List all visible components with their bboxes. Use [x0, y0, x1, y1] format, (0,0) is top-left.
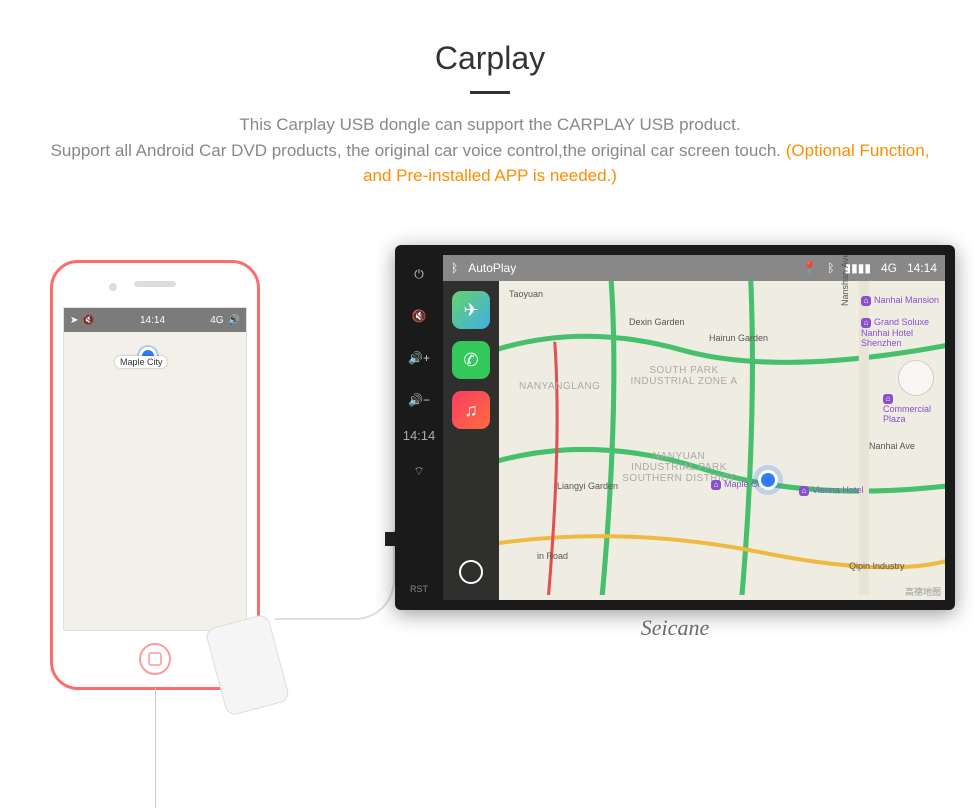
current-location-dot: [761, 473, 775, 487]
lbl-nanhai-ave: Nanhai Ave: [869, 441, 915, 451]
lbl-dexin: Dexin Garden: [629, 317, 685, 327]
lbl-hairun: Hairun Garden: [709, 333, 768, 343]
map-label-maplecity: Maple City: [115, 356, 168, 368]
carplay-dock: ✈︎ ✆ ♫: [443, 281, 499, 600]
poi-commercial[interactable]: Commercial Plaza: [883, 393, 943, 424]
zone-southpark-a: SOUTH PARK INDUSTRIAL ZONE A: [629, 365, 739, 387]
poi-grand-soluxe[interactable]: Grand Soluxe Nanhai Hotel Shenzhen: [861, 317, 941, 348]
phone-clock: 14:14: [140, 315, 165, 326]
phone-signal-label: 4G: [210, 315, 223, 326]
speaker-mute-icon: 🔇: [82, 315, 94, 326]
carplay-dongle: [204, 613, 290, 717]
map-attribution: 高德地图: [905, 585, 941, 598]
statusbar-time: 14:14: [907, 261, 937, 275]
bluetooth-icon: ᛒ: [451, 261, 458, 275]
volume-up-icon[interactable]: 🔊+: [406, 345, 432, 371]
desc-line2: Support all Android Car DVD products, th…: [51, 141, 781, 160]
page-title: Carplay: [0, 40, 980, 77]
poi-vienna[interactable]: Vienna Hotel: [799, 485, 863, 496]
usb-cable: [275, 530, 395, 620]
unit-hardware-buttons: ⏻ 🔇 🔊+ 🔊− 14:14 ⌔ RST: [395, 245, 443, 610]
title-divider: [470, 91, 510, 94]
zone-nanyanglang: NANYANGLANG: [519, 381, 600, 392]
reset-button[interactable]: RST: [410, 584, 428, 594]
lbl-in-road: in Road: [537, 551, 568, 561]
phone-screen[interactable]: ➤ 🔇 14:14 4G 🔊 Maple City: [63, 307, 247, 631]
speaker-icon: 🔊: [228, 315, 240, 326]
poi-maple-city[interactable]: Maple City: [711, 479, 767, 490]
location-icon: 📍: [802, 261, 817, 275]
lbl-taoyuan: Taoyuan: [509, 289, 543, 299]
description: This Carplay USB dongle can support the …: [0, 112, 980, 189]
signal-label: 4G: [881, 261, 897, 275]
poi-nanhai-mansion[interactable]: Nanhai Mansion: [861, 295, 939, 306]
volume-down-icon[interactable]: 🔊−: [406, 387, 432, 413]
lightning-cable: [155, 688, 156, 808]
power-icon[interactable]: ⏻: [406, 261, 432, 287]
mute-icon[interactable]: 🔇: [406, 303, 432, 329]
car-head-unit: ⏻ 🔇 🔊+ 🔊− 14:14 ⌔ RST ᛒ AutoPlay 📍 ᛒ ▮▮▮…: [395, 245, 955, 610]
brand-label: Seicane: [395, 615, 955, 641]
unit-statusbar: ᛒ AutoPlay 📍 ᛒ ▮▮▮▮ 4G 14:14: [443, 255, 945, 281]
bt-icon: ᛒ: [827, 261, 834, 275]
phone-app-icon[interactable]: ✆: [452, 341, 490, 379]
lbl-qipin: Qipin Industry: [849, 561, 905, 571]
home-button[interactable]: [139, 643, 171, 675]
app-name: AutoPlay: [468, 261, 516, 275]
unit-map[interactable]: NANYANGLANG SOUTH PARK INDUSTRIAL ZONE A…: [499, 281, 945, 600]
desc-line1: This Carplay USB dongle can support the …: [239, 115, 740, 134]
phone-camera: [109, 283, 117, 291]
maps-app-icon[interactable]: ✈︎: [452, 291, 490, 329]
phone-speaker: [134, 281, 176, 287]
wifi-icon: ⌔: [406, 458, 432, 484]
carplay-home-icon[interactable]: [459, 560, 483, 584]
phone-statusbar: ➤ 🔇 14:14 4G 🔊: [64, 308, 246, 332]
compass-icon[interactable]: [899, 361, 933, 395]
unit-screen[interactable]: ᛒ AutoPlay 📍 ᛒ ▮▮▮▮ 4G 14:14 ✈︎ ✆ ♫: [443, 255, 945, 600]
unit-clock: 14:14: [403, 429, 436, 442]
music-app-icon[interactable]: ♫: [452, 391, 490, 429]
lbl-nanshan-ave: Nanshan Avenue: [840, 255, 850, 306]
lbl-liangyi: Liangyi Garden: [557, 481, 618, 491]
nav-arrow-icon: ➤: [70, 315, 78, 326]
